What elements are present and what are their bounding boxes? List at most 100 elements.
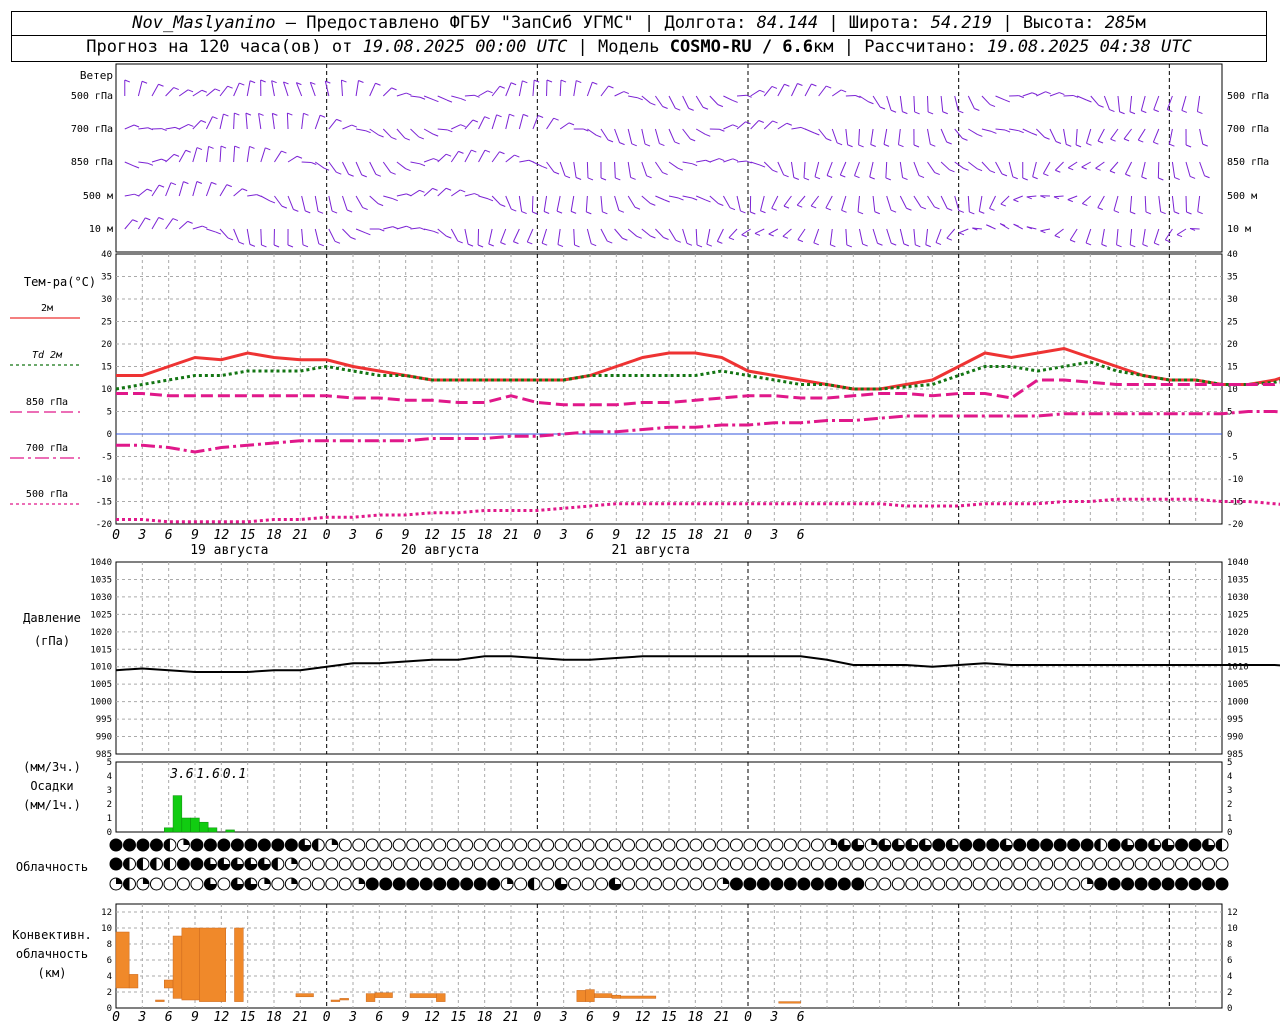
- cloud-circle: [352, 838, 366, 852]
- cloud-full: [1202, 878, 1215, 890]
- wind-barb-flag: [375, 173, 382, 177]
- wind-barb: [1158, 195, 1162, 212]
- wind-barb-flag: [677, 167, 684, 171]
- wind-barb-flag: [1138, 139, 1144, 143]
- wind-barb: [301, 195, 306, 211]
- cloud-circle: [1175, 857, 1189, 871]
- wind-barb-flag: [803, 177, 810, 181]
- cloud-full: [757, 878, 770, 890]
- wind-barb-flag: [362, 207, 368, 211]
- wind-barb: [369, 195, 379, 204]
- wind-barb-flag: [1119, 111, 1125, 115]
- wind-barb-flag: [830, 244, 836, 248]
- wind-barb: [271, 80, 275, 97]
- wind-barb-flag: [161, 158, 167, 162]
- wind-barb: [355, 195, 364, 208]
- wind-barb-flag: [564, 175, 571, 179]
- wind-barb-flag: [1031, 132, 1038, 136]
- wind-barb: [927, 95, 929, 112]
- cloud-circle: [1013, 857, 1027, 871]
- wind-barb: [246, 80, 251, 97]
- cloud-circle: [635, 857, 649, 871]
- wind-barb-flag: [586, 211, 592, 215]
- wind-barb: [260, 195, 271, 202]
- wind-barb: [804, 128, 815, 134]
- prec-tick-right: 1: [1227, 814, 1232, 824]
- pres-tick-right: 1030: [1227, 593, 1249, 603]
- temp-tick-right: 5: [1227, 408, 1232, 418]
- cloud-full: [406, 878, 419, 890]
- wind-barb: [695, 128, 706, 135]
- wind-barb-flag: [963, 167, 969, 171]
- wind-barb-flag: [1153, 109, 1159, 113]
- wind-barb-flag: [868, 101, 874, 105]
- wind-barb-flag: [862, 243, 868, 247]
- wind-barb-flag: [885, 177, 892, 181]
- wind-barb-flag: [836, 142, 843, 146]
- wind-barb: [491, 85, 501, 97]
- wind-barb: [369, 83, 376, 97]
- wind-barb-flag: [675, 239, 681, 243]
- wind-barb: [600, 85, 609, 97]
- wind-barb-flag: [158, 184, 165, 188]
- wind-barb: [709, 195, 719, 204]
- wind-barb-flag: [484, 116, 490, 120]
- cloud-circle: [460, 838, 474, 852]
- cloud-circle: [1026, 857, 1040, 871]
- wind-barb-flag: [958, 232, 965, 236]
- precip-bar: [225, 829, 235, 833]
- wind-barb: [763, 161, 773, 171]
- wind-barb-flag: [858, 144, 864, 148]
- prec-tick-left: 3: [107, 786, 112, 796]
- wind-barb-flag: [664, 199, 670, 203]
- convective-bar: [330, 999, 341, 1002]
- wind-barb: [1063, 128, 1067, 145]
- cloud-circle: [689, 838, 703, 852]
- wind-barb: [505, 195, 512, 210]
- wind-barb-flag: [786, 122, 792, 126]
- wind-barb: [1103, 95, 1110, 110]
- wind-barb: [342, 124, 352, 130]
- wind-barb-flag: [1004, 129, 1011, 133]
- wind-barb: [760, 195, 765, 211]
- wind-barb: [614, 228, 623, 239]
- wind-barb-flag: [488, 243, 494, 247]
- wind-barb: [854, 161, 860, 176]
- wind-barb-flag: [883, 143, 890, 147]
- wind-barb: [696, 159, 706, 163]
- wind-barb: [165, 182, 172, 197]
- wind-barb: [1176, 228, 1187, 236]
- wind-barb: [804, 83, 812, 97]
- wind-barb: [1141, 161, 1146, 178]
- temp-tick-left: 15: [101, 363, 112, 373]
- wind-barb-flag: [1026, 196, 1032, 200]
- wind-barb: [274, 150, 282, 163]
- wind-barb: [219, 228, 229, 239]
- cloud-circle: [783, 857, 797, 871]
- cloud-circle: [487, 838, 501, 852]
- cloud-full: [811, 878, 824, 890]
- panel-frame-wind: [115, 63, 1223, 253]
- wind-barb-flag: [227, 85, 233, 89]
- wind-barb-flag: [782, 235, 789, 239]
- conv-tick-right: 12: [1227, 908, 1238, 918]
- convective-bar: [365, 993, 376, 1002]
- cloud-full: [447, 878, 460, 890]
- cloud-circle: [918, 877, 932, 891]
- x-tick-label: 18: [266, 1010, 282, 1024]
- wind-barb: [206, 88, 216, 97]
- cloud-circle: [581, 877, 595, 891]
- x-tick-label: 12: [424, 1010, 440, 1024]
- wind-barb-flag: [1055, 141, 1062, 144]
- wind-barb-flag: [758, 120, 764, 123]
- wind-barb-flag: [675, 107, 681, 111]
- wind-barb: [1199, 161, 1206, 176]
- wind-barb-flag: [934, 206, 940, 210]
- legend-label: 850 гПа: [26, 397, 68, 408]
- cloud-circle: [1067, 857, 1081, 871]
- wind-barb-flag: [365, 130, 371, 134]
- wind-barb-flag: [772, 169, 778, 173]
- cloud-circle: [1121, 857, 1135, 871]
- wind-barb-flag: [1097, 140, 1104, 144]
- wind-barb: [478, 116, 486, 130]
